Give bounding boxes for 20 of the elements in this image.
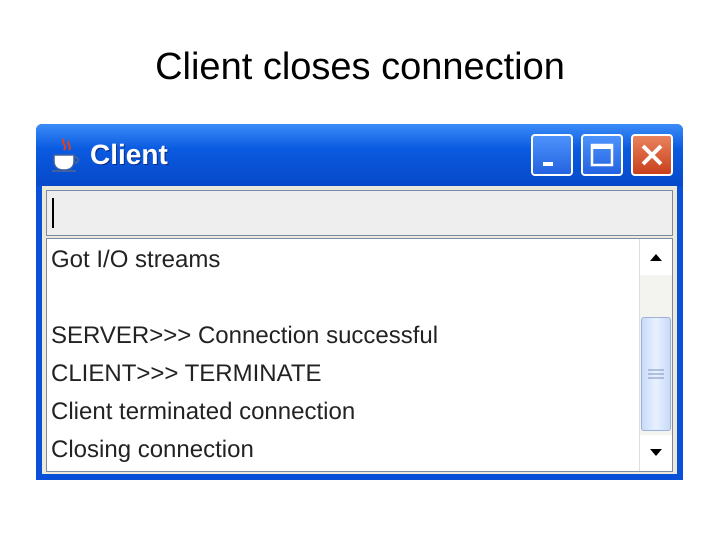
scroll-up-icon[interactable] [648, 252, 664, 262]
scroll-thumb[interactable] [641, 317, 671, 431]
log-line: Closing connection [51, 435, 255, 465]
scroll-down-icon[interactable] [648, 448, 664, 458]
log-line: Client terminated connection [51, 397, 356, 427]
window-title: Client [90, 139, 169, 171]
coffee-cup-icon [50, 137, 82, 173]
maximize-button[interactable] [581, 134, 623, 176]
close-button[interactable] [631, 134, 673, 176]
log-line: CLIENT>>> TERMINATE [51, 359, 323, 389]
scrollbar[interactable] [639, 239, 672, 471]
grip-icon [647, 369, 665, 379]
input-field[interactable] [46, 190, 673, 236]
log-line: SERVER>>> Connection successful [51, 321, 440, 351]
minimize-button[interactable] [531, 134, 573, 176]
slide-title: Client closes connection [154, 45, 566, 80]
maximize-icon [590, 143, 614, 167]
close-icon [640, 143, 664, 167]
minimize-icon [543, 162, 553, 166]
log-line: Got I/O streams [51, 245, 222, 275]
